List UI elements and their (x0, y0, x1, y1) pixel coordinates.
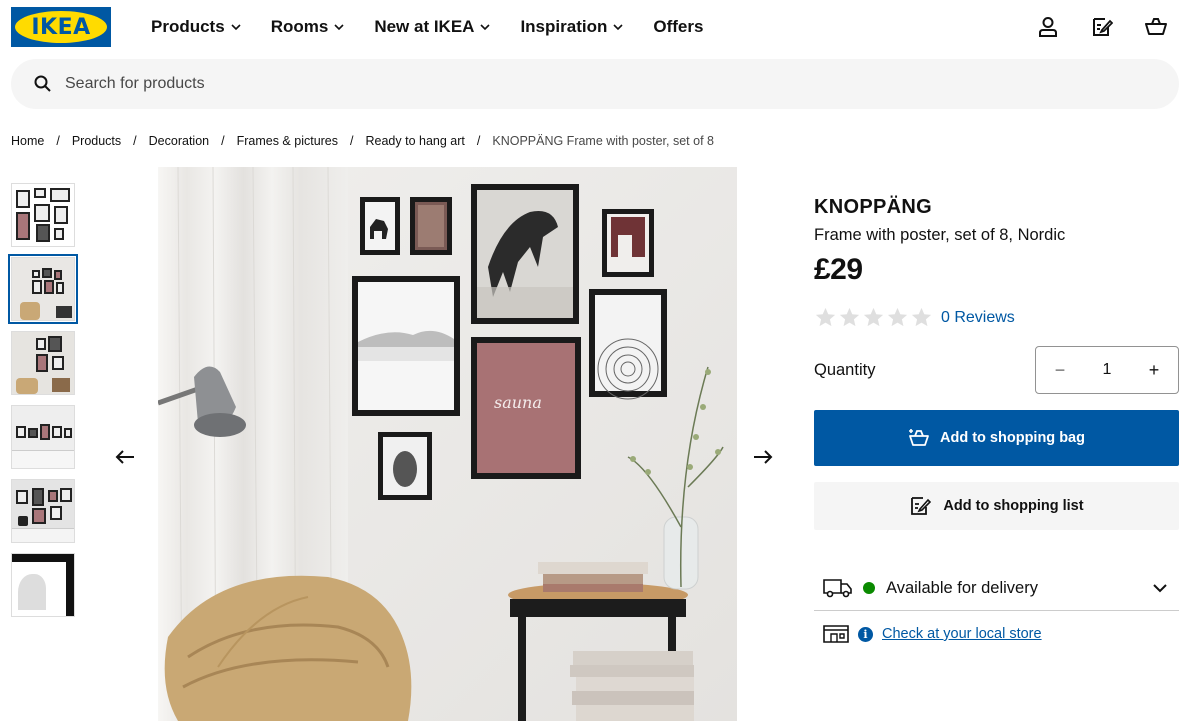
product-rating: 0 Reviews (814, 306, 1015, 329)
poster-text: sauna (494, 393, 542, 412)
breadcrumb-separator: / (133, 134, 137, 148)
thumbnail-list (8, 183, 78, 627)
product-scene-illustration: sauna (158, 167, 737, 721)
ikea-logo[interactable]: IKEA (11, 7, 111, 47)
decrease-quantity-button[interactable]: − (1050, 360, 1070, 380)
chevron-down-icon (334, 24, 344, 31)
star-icon (863, 307, 884, 327)
next-image-button[interactable] (751, 445, 775, 469)
thumbnail[interactable] (11, 553, 75, 617)
reviews-link[interactable]: 0 Reviews (941, 309, 1015, 327)
chevron-down-icon (480, 24, 491, 31)
nav-new-at-ikea[interactable]: New at IKEA (374, 16, 491, 38)
nav-products[interactable]: Products (151, 16, 241, 38)
arrow-right-icon (754, 450, 773, 464)
nav-rooms[interactable]: Rooms (271, 16, 345, 38)
nav-offers[interactable]: Offers (653, 16, 703, 38)
main-nav: Products Rooms New at IKEA Inspiration O… (151, 16, 703, 38)
info-icon: i (858, 626, 873, 642)
add-to-bag-button[interactable]: Add to shopping bag (814, 410, 1179, 466)
star-icon (887, 307, 908, 327)
nav-label: Rooms (270, 17, 329, 36)
breadcrumb-ready-to-hang-art[interactable]: Ready to hang art (366, 134, 465, 148)
chevron-down-icon (231, 24, 241, 31)
nav-label: Offers (653, 17, 704, 36)
breadcrumb: Home / Products / Decoration / Frames & … (11, 134, 714, 148)
check-local-store-link[interactable]: Check at your local store (882, 626, 1042, 642)
nav-label: Products (151, 17, 225, 36)
thumbnail[interactable] (11, 331, 75, 395)
breadcrumb-products[interactable]: Products (72, 134, 121, 148)
store-icon (823, 625, 849, 643)
breadcrumb-separator: / (476, 134, 481, 148)
logo-oval: IKEA (15, 11, 107, 43)
breadcrumb-current: KNOPPÄNG Frame with poster, set of 8 (492, 134, 714, 148)
shopping-list-icon[interactable] (1089, 14, 1115, 40)
store-availability-row: i Check at your local store (814, 624, 1042, 644)
shopping-bag-icon[interactable] (1143, 14, 1169, 40)
quantity-stepper: − 1 + (1035, 346, 1179, 394)
delivery-label: Available for delivery (886, 578, 1038, 597)
user-icon[interactable] (1035, 14, 1061, 40)
arrow-left-icon (115, 450, 134, 464)
nav-label: Inspiration (520, 17, 608, 36)
breadcrumb-separator: / (221, 134, 225, 148)
add-to-bag-label: Add to shopping bag (940, 430, 1085, 446)
logo-text: IKEA (31, 14, 91, 40)
breadcrumb-separator: / (350, 134, 354, 148)
breadcrumb-frames-pictures[interactable]: Frames & pictures (237, 134, 338, 148)
add-to-list-button[interactable]: Add to shopping list (814, 482, 1179, 530)
star-icon (911, 307, 932, 327)
thumbnail[interactable] (8, 254, 78, 324)
add-to-list-label: Add to shopping list (943, 498, 1084, 514)
thumbnail[interactable] (11, 479, 75, 543)
nav-inspiration[interactable]: Inspiration (520, 16, 623, 38)
chevron-down-icon (1153, 584, 1167, 593)
product-description: Frame with poster, set of 8, Nordic (814, 226, 1066, 244)
search-input[interactable] (65, 75, 965, 93)
thumbnail[interactable] (11, 405, 75, 469)
truck-icon (823, 579, 852, 598)
main-product-image: sauna (158, 167, 737, 721)
star-rating (814, 306, 933, 329)
product-price: £29 (814, 253, 863, 286)
delivery-availability-row[interactable]: Available for delivery (814, 566, 1179, 611)
breadcrumb-separator: / (56, 134, 60, 148)
star-icon (839, 307, 860, 327)
chevron-down-icon (613, 24, 623, 31)
thumbnail[interactable] (11, 183, 75, 247)
search-icon (34, 75, 51, 92)
breadcrumb-home[interactable]: Home (11, 134, 44, 148)
previous-image-button[interactable] (113, 445, 137, 469)
shopping-list-icon (911, 497, 932, 515)
increase-quantity-button[interactable]: + (1144, 360, 1164, 380)
add-to-bag-icon (909, 429, 929, 446)
search-bar[interactable] (11, 59, 1179, 109)
star-icon (815, 307, 836, 327)
quantity-value[interactable]: 1 (1103, 361, 1112, 379)
header-icons (1035, 14, 1169, 40)
breadcrumb-decoration[interactable]: Decoration (149, 134, 209, 148)
product-name: KNOPPÄNG (814, 196, 932, 218)
availability-status-dot (863, 582, 875, 594)
nav-label: New at IKEA (374, 17, 475, 36)
quantity-label: Quantity (814, 361, 876, 379)
